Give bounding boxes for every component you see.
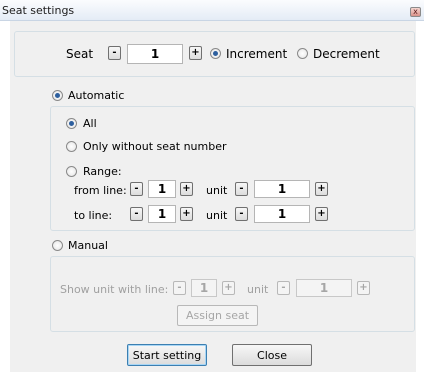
from-line-unit-label: unit: [206, 184, 228, 197]
only-without-label[interactable]: Only without seat number: [83, 140, 227, 153]
manual-unit-increase-button[interactable]: +: [357, 281, 370, 295]
to-line-decrease-button[interactable]: -: [130, 207, 143, 221]
from-line-unit-field[interactable]: 1: [254, 180, 310, 198]
from-line-label: from line:: [74, 184, 127, 197]
to-line-unit-decrease-button[interactable]: -: [235, 207, 248, 221]
assign-seat-button[interactable]: Assign seat: [177, 305, 258, 326]
increment-label[interactable]: Increment: [226, 47, 287, 61]
from-line-unit-increase-button[interactable]: +: [315, 182, 328, 196]
seat-value-field[interactable]: 1: [127, 44, 183, 64]
to-line-unit-increase-button[interactable]: +: [315, 207, 328, 221]
range-label[interactable]: Range:: [83, 165, 122, 178]
seat-increase-button[interactable]: +: [189, 46, 202, 60]
all-label[interactable]: All: [83, 117, 97, 130]
manual-radio[interactable]: [52, 240, 63, 251]
close-button[interactable]: Close: [232, 344, 312, 366]
to-line-label: to line:: [74, 209, 113, 222]
to-line-unit-field[interactable]: 1: [254, 205, 310, 223]
from-line-unit-decrease-button[interactable]: -: [235, 182, 248, 196]
seat-label: Seat: [66, 47, 94, 61]
automatic-radio[interactable]: [52, 90, 63, 101]
to-line-value-field[interactable]: 1: [148, 205, 176, 223]
manual-increase-button[interactable]: +: [222, 281, 235, 295]
manual-line-field[interactable]: 1: [191, 279, 217, 297]
all-radio[interactable]: [66, 118, 77, 129]
increment-radio[interactable]: [210, 48, 221, 59]
manual-unit-decrease-button[interactable]: -: [277, 281, 290, 295]
from-line-increase-button[interactable]: +: [180, 182, 193, 196]
close-icon[interactable]: x: [410, 7, 421, 17]
manual-unit-label: unit: [247, 283, 269, 296]
start-setting-button[interactable]: Start setting: [127, 344, 207, 366]
seat-decrease-button[interactable]: -: [108, 46, 121, 60]
decrement-label[interactable]: Decrement: [313, 47, 380, 61]
to-line-unit-label: unit: [206, 209, 228, 222]
to-line-increase-button[interactable]: +: [180, 207, 193, 221]
decrement-radio[interactable]: [297, 48, 308, 59]
show-unit-label: Show unit with line:: [60, 283, 169, 296]
window-title: Seat settings: [2, 4, 75, 17]
automatic-label[interactable]: Automatic: [68, 89, 124, 102]
from-line-value-field[interactable]: 1: [148, 180, 176, 198]
manual-decrease-button[interactable]: -: [173, 281, 186, 295]
range-radio[interactable]: [66, 166, 77, 177]
manual-unit-field[interactable]: 1: [296, 279, 352, 297]
from-line-decrease-button[interactable]: -: [130, 182, 143, 196]
manual-label[interactable]: Manual: [68, 239, 108, 252]
only-without-radio[interactable]: [66, 141, 77, 152]
